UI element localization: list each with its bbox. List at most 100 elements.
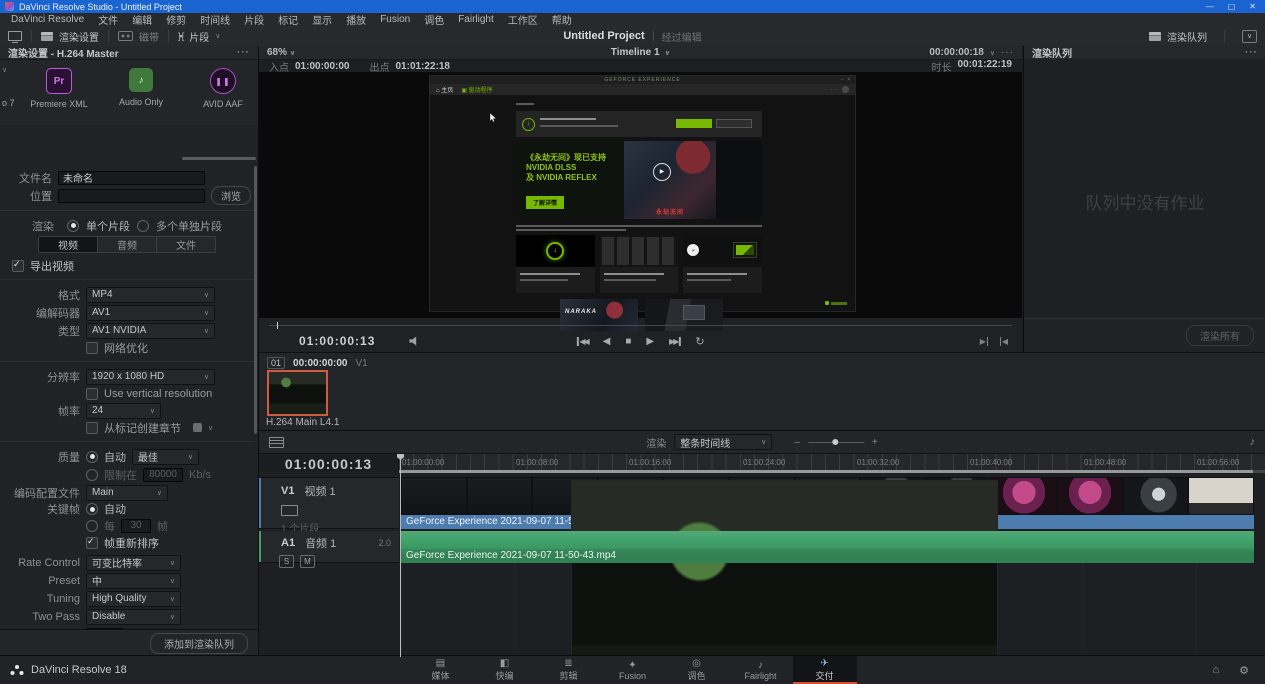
menu-timeline[interactable]: 时间线 <box>193 12 237 27</box>
preset-premiere-xml[interactable]: Pr Premiere XML <box>30 68 88 109</box>
quality-auto-radio[interactable] <box>86 451 98 463</box>
menu-davinci[interactable]: DaVinci Resolve <box>4 14 91 25</box>
goto-first-frame-button[interactable]: ◀◀ <box>576 337 587 346</box>
fusion-page-tab[interactable]: ✦ Fusion <box>601 656 665 684</box>
frame-reordering-checkbox[interactable] <box>86 537 98 549</box>
step-back-button[interactable]: ◀ <box>603 336 611 347</box>
zoom-in-icon[interactable]: + <box>872 437 878 448</box>
format-select[interactable]: MP4∨ <box>86 287 215 303</box>
zoom-out-icon[interactable]: – <box>794 437 800 448</box>
menu-trim[interactable]: 修剪 <box>159 12 193 27</box>
encoder-type-select[interactable]: AV1 NVIDIA∨ <box>86 323 215 339</box>
play-to-out-button[interactable]: ▶ <box>980 337 988 346</box>
menu-edit[interactable]: 编辑 <box>125 12 159 27</box>
video-clip[interactable]: GeForce Experience 2021-09-07 11-50-43.m… <box>401 477 1254 529</box>
scrub-playhead[interactable] <box>277 322 278 329</box>
preset-select[interactable]: 中∨ <box>86 573 181 589</box>
keyframe-interval-input[interactable] <box>121 519 151 533</box>
auto-select-icon[interactable] <box>281 505 298 516</box>
playhead[interactable] <box>400 454 401 657</box>
cut-page-tab[interactable]: ◧ 快编 <box>473 656 537 684</box>
export-video-checkbox[interactable] <box>12 260 24 272</box>
add-to-render-queue-button[interactable]: 添加到渲染队列 <box>150 633 248 654</box>
clips-toolbar-button[interactable]: ]▪[ 片段 ∨ <box>178 29 220 44</box>
menu-view[interactable]: 显示 <box>305 12 339 27</box>
menu-color[interactable]: 调色 <box>417 12 451 27</box>
radio-single-clip[interactable] <box>67 220 79 232</box>
framerate-select[interactable]: 24∨ <box>86 403 161 419</box>
keyframes-auto-radio[interactable] <box>86 503 98 515</box>
location-input[interactable] <box>58 189 205 203</box>
keyframes-every-radio[interactable] <box>86 520 98 532</box>
job-thumbnail[interactable] <box>267 370 328 416</box>
play-button[interactable]: ▶ <box>646 336 654 347</box>
audio-waveform-icon[interactable]: ♪ <box>1250 436 1256 448</box>
network-optimization-checkbox[interactable] <box>86 342 98 354</box>
stop-button[interactable]: ■ <box>625 336 631 347</box>
clean-feed-icon[interactable] <box>8 31 22 41</box>
timeline-view-options-icon[interactable] <box>269 437 284 448</box>
audio-clip[interactable]: GeForce Experience 2021-09-07 11-50-43.m… <box>401 531 1254 563</box>
filename-input[interactable] <box>58 171 205 185</box>
color-page-tab[interactable]: ◎ 调色 <box>665 656 729 684</box>
tuning-select[interactable]: High Quality∨ <box>86 591 181 607</box>
minimize-button[interactable]: — <box>1206 2 1214 11</box>
zoom-slider-handle[interactable] <box>832 439 838 445</box>
tab-audio[interactable]: 音频 <box>97 237 156 252</box>
panel-options-icon[interactable]: ··· <box>237 47 250 58</box>
maximize-button[interactable]: ▢ <box>1228 2 1236 11</box>
deliver-page-tab[interactable]: ✈ 交付 <box>793 656 857 684</box>
preset-avid-aaf[interactable]: ❚❚ AVID AAF <box>194 68 252 109</box>
edit-page-tab[interactable]: ≣ 剪辑 <box>537 656 601 684</box>
zoom-slider[interactable] <box>808 442 864 443</box>
solo-button[interactable]: S <box>279 555 294 568</box>
loop-button[interactable]: ↻ <box>695 335 704 348</box>
play-from-in-button[interactable]: ◀ <box>1000 337 1008 346</box>
menu-clip[interactable]: 片段 <box>237 12 271 27</box>
settings-vertical-scrollbar[interactable] <box>254 166 257 434</box>
menu-playback[interactable]: 播放 <box>339 12 373 27</box>
render-range-select[interactable]: 整条时间线 ∨ <box>674 434 772 450</box>
codec-select[interactable]: AV1∨ <box>86 305 215 321</box>
quality-limit-radio[interactable] <box>86 469 98 481</box>
media-page-tab[interactable]: ▤ 媒体 <box>409 656 473 684</box>
render-queue-toolbar-button[interactable]: 渲染队列 <box>1149 29 1207 44</box>
video-track-header[interactable]: V1 视频 1 1 个片段 <box>259 477 399 529</box>
viewer-options-icon[interactable]: ··· <box>1001 47 1014 58</box>
browse-button[interactable]: 浏览 <box>211 186 251 205</box>
tab-file[interactable]: 文件 <box>156 237 215 252</box>
rate-control-select[interactable]: 可变比特率∨ <box>86 555 181 571</box>
preset-horizontal-scrollbar[interactable] <box>182 157 256 160</box>
speaker-icon[interactable] <box>409 337 420 346</box>
menu-fusion[interactable]: Fusion <box>373 14 417 25</box>
bitrate-input[interactable] <box>143 468 183 482</box>
audio-track-header[interactable]: A1 音频 1 2.0 S M <box>259 531 399 563</box>
menu-mark[interactable]: 标记 <box>271 12 305 27</box>
quality-auto-select[interactable]: 最佳∨ <box>132 449 199 465</box>
tape-toolbar-button[interactable]: 磁带 <box>118 29 159 44</box>
preset-partial[interactable]: ∨ o 7 <box>2 66 18 108</box>
menu-file[interactable]: 文件 <box>91 12 125 27</box>
menu-fairlight[interactable]: Fairlight <box>451 14 501 25</box>
home-icon[interactable]: ⌂ <box>1212 664 1219 677</box>
resolution-select[interactable]: 1920 x 1080 HD∨ <box>86 369 215 385</box>
tab-video[interactable]: 视频 <box>39 237 97 252</box>
chapters-checkbox[interactable] <box>86 422 98 434</box>
fairlight-page-tab[interactable]: ♪ Fairlight <box>729 656 793 684</box>
viewer-scrub-bar[interactable] <box>269 322 1012 329</box>
menu-workspace[interactable]: 工作区 <box>501 12 545 27</box>
mute-button[interactable]: M <box>300 555 315 568</box>
render-settings-toolbar-button[interactable]: 渲染设置 <box>41 29 99 44</box>
timeline-ruler[interactable]: 01:00:00:00 01:00:08:00 01:00:16:00 01:0… <box>399 454 1265 470</box>
preset-audio-only[interactable]: ♪ Audio Only <box>112 68 170 107</box>
marker-color-swatch[interactable] <box>193 423 202 432</box>
close-button[interactable]: ✕ <box>1249 2 1256 11</box>
profile-select[interactable]: Main∨ <box>86 485 168 501</box>
two-pass-select[interactable]: Disable∨ <box>86 609 181 625</box>
render-queue-toggle-icon[interactable]: ∨ <box>1242 30 1257 43</box>
timeline-select[interactable]: Timeline 1 ∨ <box>611 47 670 58</box>
vertical-resolution-checkbox[interactable] <box>86 388 98 400</box>
viewer-zoom-select[interactable]: 68% ∨ <box>267 47 295 58</box>
radio-multiple-clips[interactable] <box>137 220 149 232</box>
settings-gear-icon[interactable]: ⚙ <box>1239 664 1249 677</box>
